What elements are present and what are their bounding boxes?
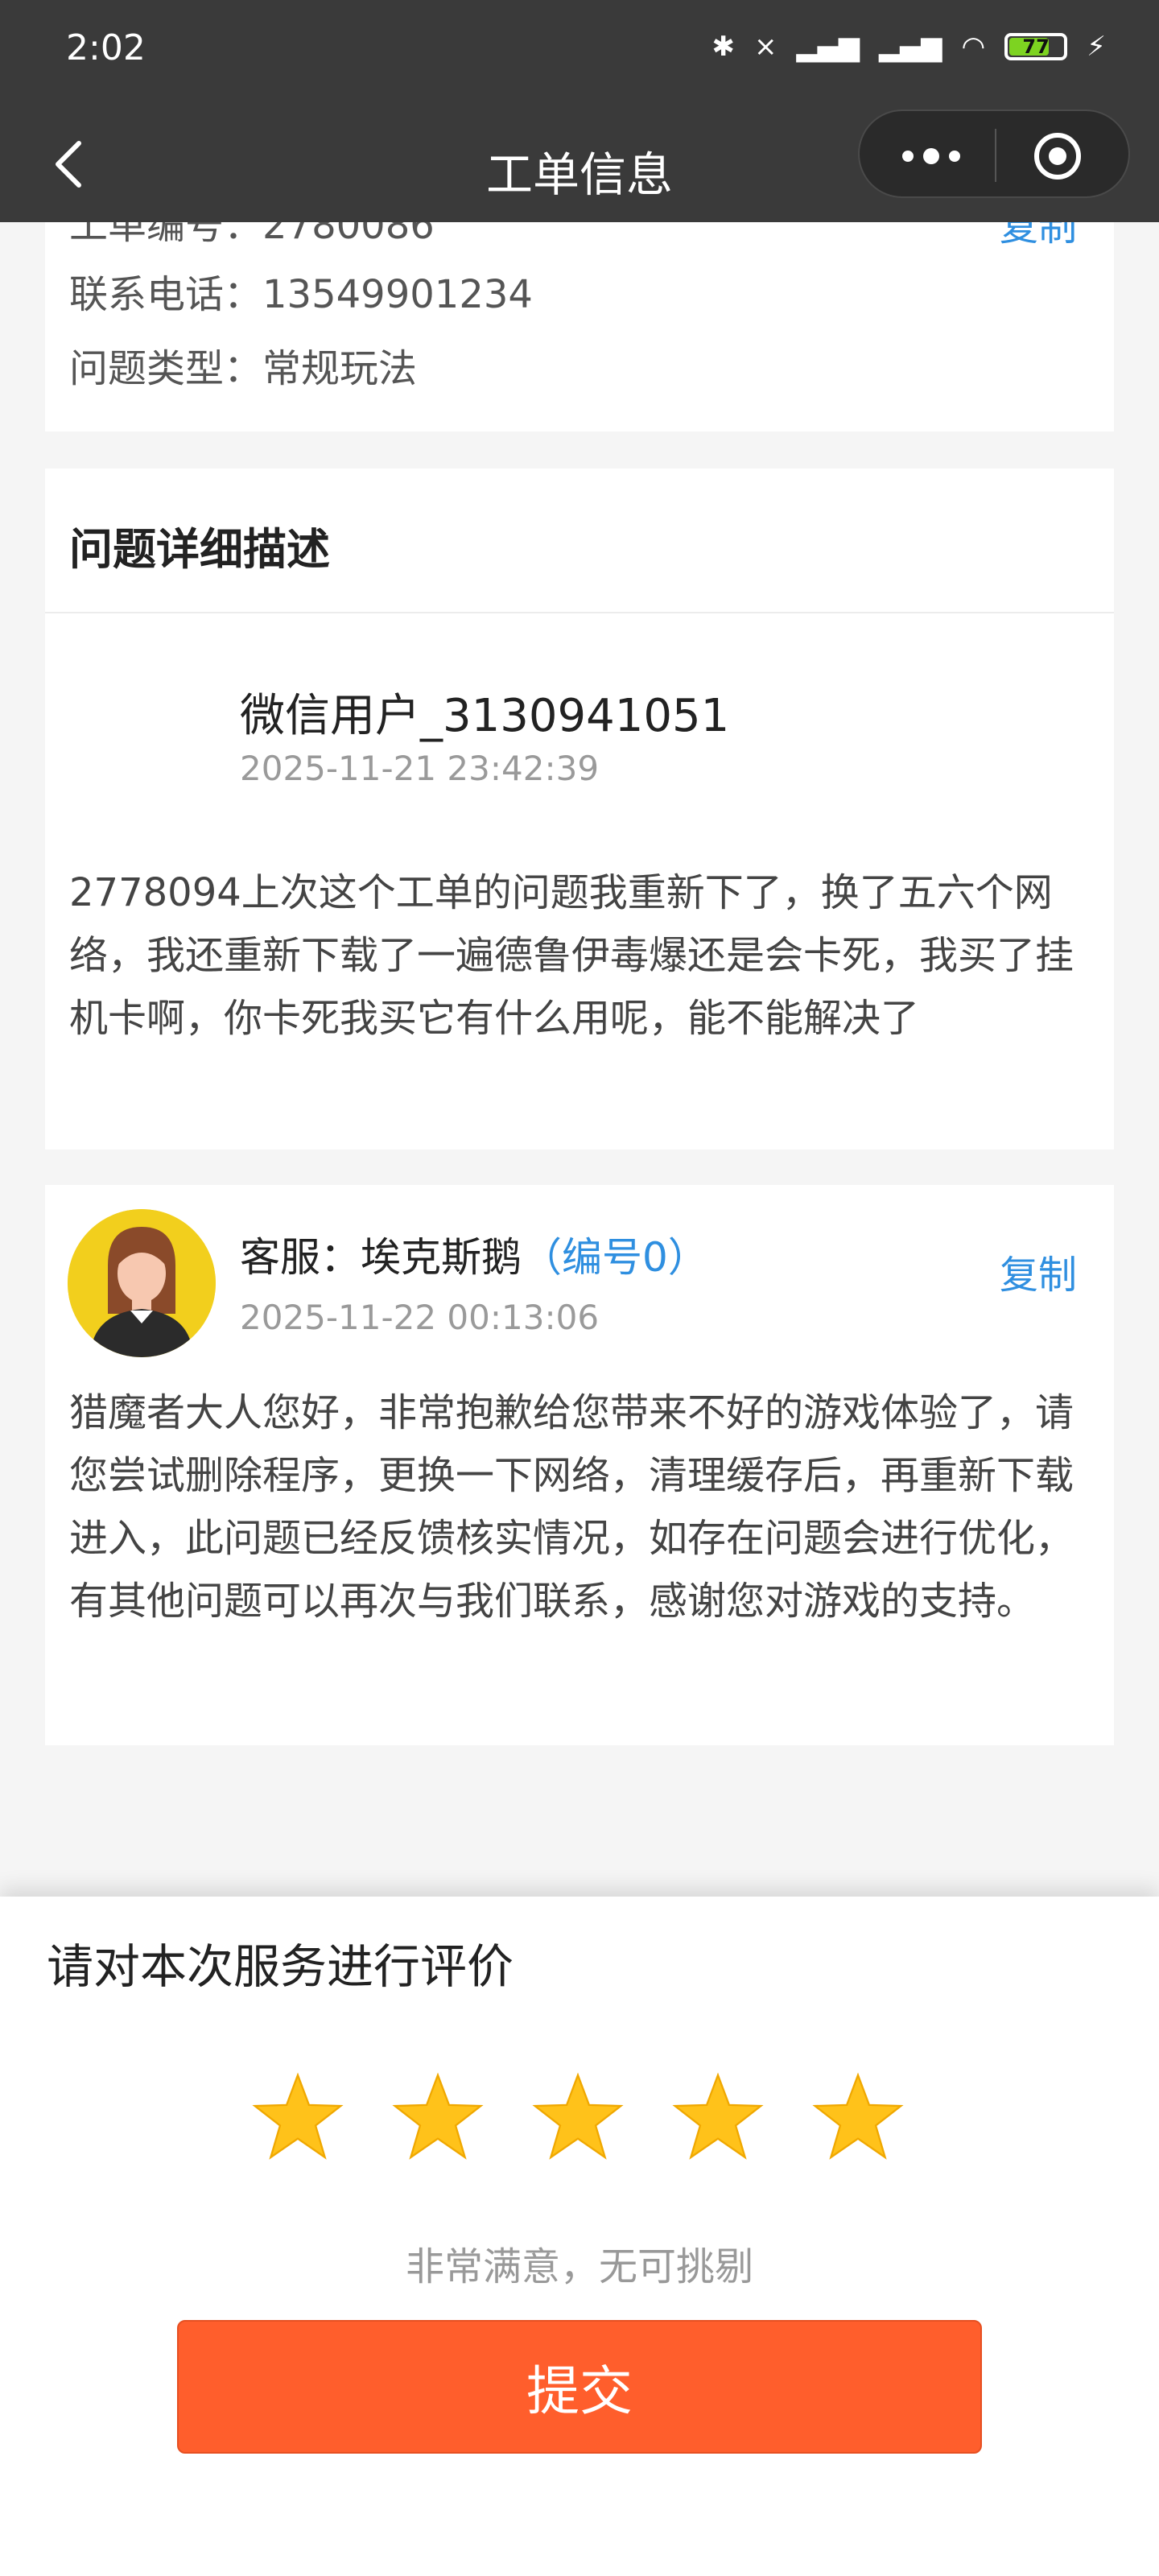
star-icon-3[interactable]: [531, 2070, 625, 2164]
status-bar: 2:02 ✱ ⨯ ▂▄▆ ▂▄▆ ◠ 77 ⚡: [0, 0, 1159, 106]
mini-program-capsule: [858, 109, 1130, 198]
reply-timestamp: 2025-11-22 00:13:06: [240, 1298, 600, 1337]
phone-line: 联系电话：13549901234: [69, 272, 533, 317]
wifi-icon: ◠: [961, 31, 986, 63]
reply-message: 猎魔者大人您好，非常抱歉给您带来不好的游戏体验了，请您尝试删除程序，更换一下网络…: [69, 1390, 1074, 1624]
agent-name: 客服：埃克斯鹅（编号0）: [240, 1234, 708, 1281]
nav-bar: 工单信息: [0, 106, 1159, 222]
user-message: 2778094上次这个工单的问题我重新下了，换了五六个网络，我还重新下载了一遍德…: [69, 870, 1074, 1041]
agent-avatar: [68, 1209, 216, 1357]
status-time: 2:02: [66, 27, 146, 68]
star-icon-2[interactable]: [391, 2070, 485, 2164]
rating-title: 请对本次服务进行评价: [47, 1939, 514, 1994]
charging-icon: ⚡: [1087, 31, 1106, 63]
user-name: 微信用户_3130941051: [240, 690, 730, 742]
more-icon[interactable]: [895, 132, 967, 180]
agent-avatar-icon: [68, 1209, 216, 1357]
close-target-icon[interactable]: [1032, 130, 1083, 182]
system-icons: ✱ ⨯ ▂▄▆ ▂▄▆ ◠ 77 ⚡: [712, 31, 1106, 63]
section-title: 问题详细描述: [69, 524, 330, 575]
battery-icon: 77: [1004, 33, 1068, 60]
ticket-number-line: 工单编号：2780086: [69, 222, 435, 248]
reply-card: 客服：埃克斯鹅（编号0） 2025-11-22 00:13:06 复制 猎魔者大…: [45, 1185, 1114, 1745]
type-value: 常规玩法: [262, 346, 418, 391]
mute-icon: ⨯: [754, 31, 777, 63]
divider: [45, 612, 1114, 613]
star-icon-4[interactable]: [671, 2070, 765, 2164]
user-timestamp: 2025-11-21 23:42:39: [240, 749, 600, 788]
type-line: 问题类型：常规玩法: [69, 346, 418, 391]
phone-value: 13549901234: [262, 272, 533, 317]
copy-ticket-button[interactable]: 复制: [1000, 222, 1077, 251]
rating-sheet: 请对本次服务进行评价 非常满意，无可挑剔 提交: [0, 1897, 1159, 2576]
star-icon-5[interactable]: [811, 2070, 905, 2164]
signal-icon-2: ▂▄▆: [879, 31, 942, 63]
bluetooth-icon: ✱: [711, 31, 736, 63]
star-rating: [251, 2070, 905, 2164]
agent-id: （编号0）: [522, 1234, 708, 1281]
copy-reply-button[interactable]: 复制: [1000, 1243, 1077, 1299]
rating-description: 非常满意，无可挑剔: [405, 2244, 753, 2289]
issue-detail-card: 问题详细描述 微信用户_3130941051 2025-11-21 23:42:…: [45, 469, 1114, 1150]
ticket-info-card: 工单编号：2780086 复制 联系电话：13549901234 问题类型：常规…: [45, 222, 1114, 431]
submit-button[interactable]: 提交: [177, 2320, 982, 2454]
signal-icon: ▂▄▆: [796, 31, 860, 63]
star-icon-1[interactable]: [251, 2070, 344, 2164]
